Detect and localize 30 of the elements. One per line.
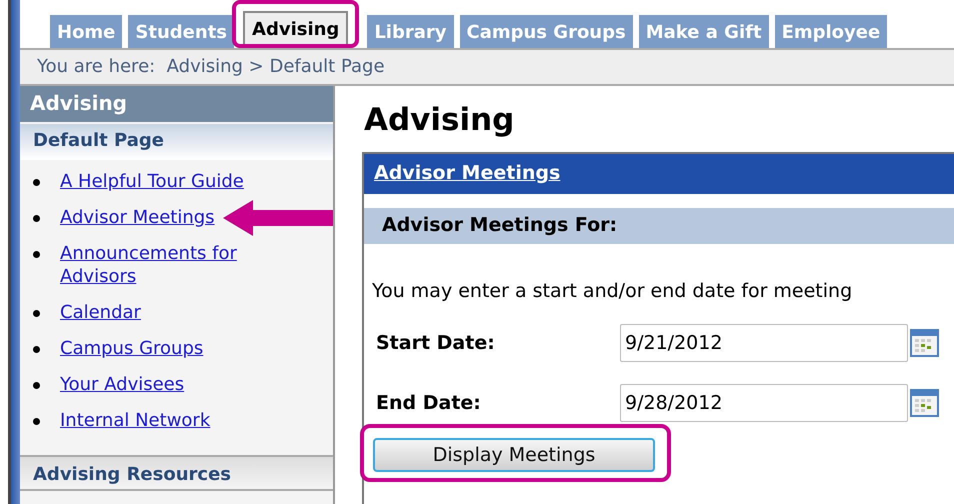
sidebar-link[interactable]: A Helpful Tour Guide xyxy=(60,171,244,192)
bullet-icon xyxy=(33,346,40,353)
date-field[interactable]: 9/21/2012 xyxy=(620,324,908,362)
bullet-icon xyxy=(33,382,40,389)
sidebar-link[interactable]: Calendar xyxy=(60,302,141,323)
bullet-icon xyxy=(33,215,40,222)
panel-title-link[interactable]: Advisor Meetings xyxy=(374,162,560,184)
field-label: Start Date: xyxy=(376,332,496,354)
bullet-icon xyxy=(33,418,40,425)
sidebar-link[interactable]: Internal Network xyxy=(60,410,210,431)
field-label: End Date: xyxy=(376,392,482,414)
bullet-icon xyxy=(33,310,40,317)
sidebar-link[interactable]: Announcements for Advisors xyxy=(60,242,280,288)
date-field[interactable]: 9/28/2012 xyxy=(620,384,908,422)
display-meetings-button[interactable]: Display Meetings xyxy=(373,438,655,472)
instructions-text: You may enter a start and/or end date for meeting xyxy=(372,280,854,302)
bullet-icon xyxy=(33,251,40,258)
page-heading: Advising xyxy=(364,102,516,138)
nav-tab[interactable]: Advising xyxy=(243,11,348,44)
sidebar-title: Advising xyxy=(20,86,333,122)
calendar-icon[interactable] xyxy=(910,328,940,358)
bullet-icon xyxy=(33,179,40,186)
section-header: Default Page xyxy=(20,124,333,160)
sidebar-link[interactable]: Your Advisees xyxy=(60,374,184,395)
sidebar-link[interactable]: Campus Groups xyxy=(60,338,204,359)
sidebar-link[interactable]: Advisor Meetings xyxy=(60,207,215,228)
calendar-icon[interactable] xyxy=(910,388,940,418)
subheading: Advisor Meetings For: xyxy=(364,208,954,244)
breadcrumb: You are here: Advising > Default Page xyxy=(20,48,954,86)
section-header: Advising Resources xyxy=(20,455,333,491)
